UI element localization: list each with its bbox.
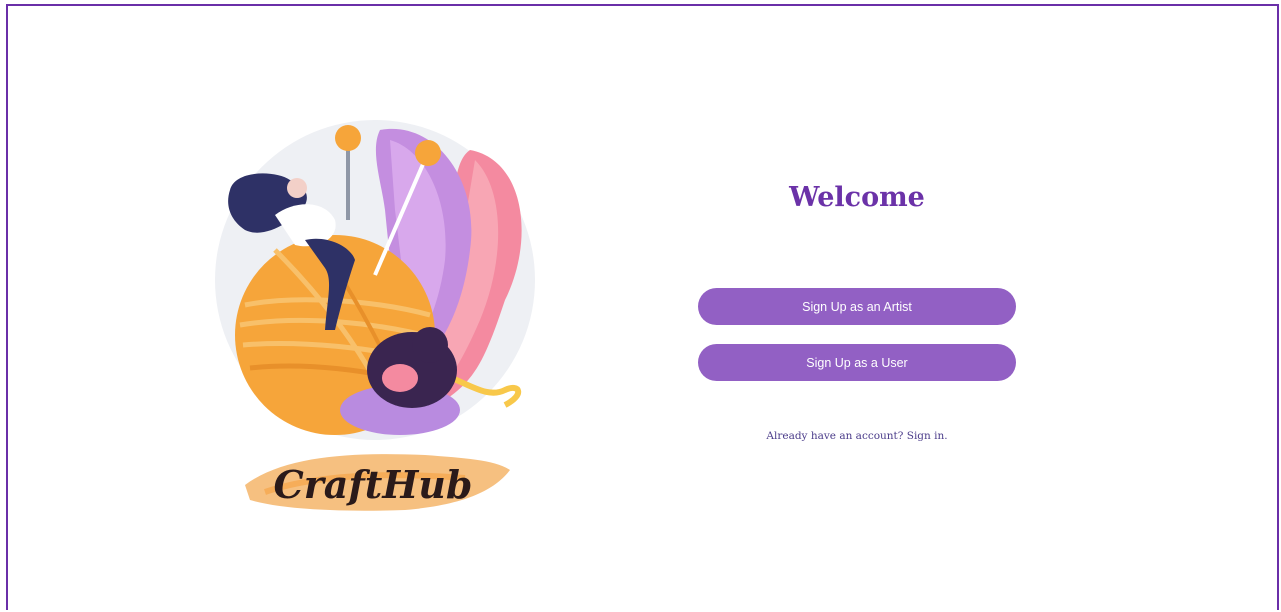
signin-prompt-text: Already have an account? — [766, 430, 904, 442]
sign-up-user-button[interactable]: Sign Up as a User — [698, 344, 1016, 381]
crafthub-illustration: CraftHub — [215, 120, 535, 511]
logo-text: CraftHub — [274, 462, 473, 507]
welcome-heading: Welcome — [789, 182, 925, 213]
signin-prompt: Already have an account? Sign in. — [698, 430, 1016, 442]
sign-up-artist-button[interactable]: Sign Up as an Artist — [698, 288, 1016, 325]
page-frame — [6, 4, 1279, 610]
signin-link[interactable]: Sign in. — [907, 430, 948, 442]
